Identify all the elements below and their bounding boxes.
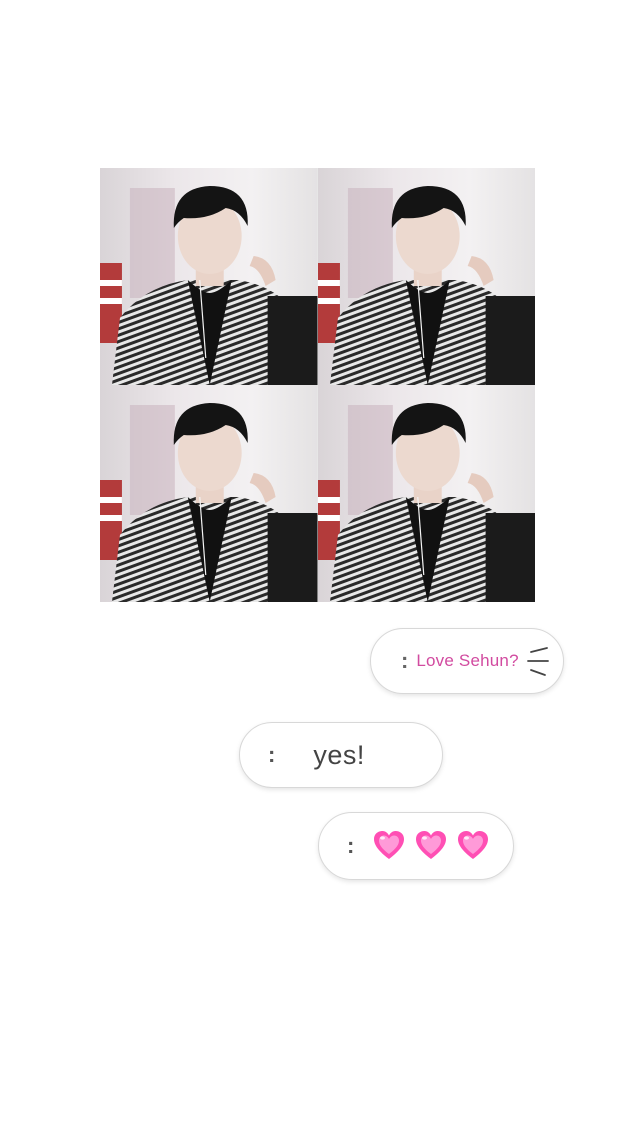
portrait-photo <box>317 168 535 385</box>
message-prefix: : <box>401 648 409 673</box>
pink-heart-icon <box>374 831 405 859</box>
chat-bubble-answer: : yes! <box>239 722 443 788</box>
message-text: Love Sehun? <box>416 651 519 670</box>
emphasis-lines-icon <box>527 647 549 676</box>
pink-heart-icon <box>458 831 489 859</box>
message-text: yes! <box>313 739 365 770</box>
chat-bubble-question: : Love Sehun? <box>370 628 564 694</box>
photo-tile <box>100 385 318 602</box>
photo-tile <box>100 168 318 385</box>
message-prefix: : <box>268 742 276 767</box>
pink-heart-icon <box>416 831 447 859</box>
photo-tile <box>317 168 535 385</box>
photo-grid <box>100 168 535 602</box>
portrait-photo <box>100 385 318 602</box>
photo-tile <box>317 385 535 602</box>
chat-bubble-hearts: : <box>318 812 514 880</box>
heart-row <box>372 829 490 863</box>
message-prefix: : <box>347 833 355 858</box>
portrait-photo <box>317 385 535 602</box>
portrait-photo <box>100 168 318 385</box>
